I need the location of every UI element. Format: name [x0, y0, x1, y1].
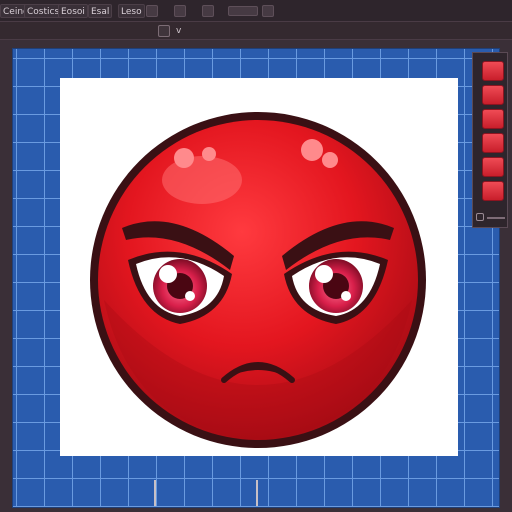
window-icon[interactable] [262, 5, 274, 17]
left-eye-highlight-2 [185, 291, 195, 301]
face-gloss-4 [322, 152, 338, 168]
face-gloss-2 [202, 147, 216, 161]
ruler-mark-right [256, 480, 258, 506]
swatches-panel [472, 52, 508, 228]
left-eye-highlight [159, 265, 177, 283]
image-editor-window: Ceing Costics Eosoi Esal Leso v [0, 0, 512, 512]
gear-icon[interactable] [202, 5, 214, 17]
swatch-3[interactable] [482, 109, 504, 129]
panel-scrollbar[interactable] [487, 217, 505, 219]
angry-face-artwork[interactable] [84, 110, 432, 450]
right-eye-highlight [315, 265, 333, 283]
panel-resize-handle[interactable] [476, 213, 484, 221]
layers-icon[interactable] [158, 25, 170, 37]
face-gloss-3 [301, 139, 323, 161]
menu-item-1[interactable]: Costics [24, 4, 63, 18]
face-gloss-1 [174, 148, 194, 168]
minus-icon[interactable] [228, 6, 258, 16]
menu-item-2[interactable]: Eosoi [58, 4, 88, 18]
chevron-down-icon[interactable]: v [176, 24, 181, 38]
ruler-mark-left [154, 480, 156, 506]
swatch-2[interactable] [482, 85, 504, 105]
swatch-5[interactable] [482, 157, 504, 177]
menu-bar: Ceing Costics Eosoi Esal Leso [0, 0, 512, 22]
square-icon[interactable] [174, 5, 186, 17]
face-highlight-left [162, 156, 242, 204]
swatch-6[interactable] [482, 181, 504, 201]
options-toolbar: v [0, 22, 512, 40]
swatch-4[interactable] [482, 133, 504, 153]
menu-item-3[interactable]: Esal [88, 4, 113, 18]
tool-icon[interactable] [146, 5, 158, 17]
menu-item-4[interactable]: Leso [118, 4, 145, 18]
swatch-1[interactable] [482, 61, 504, 81]
right-eye-highlight-2 [341, 291, 351, 301]
